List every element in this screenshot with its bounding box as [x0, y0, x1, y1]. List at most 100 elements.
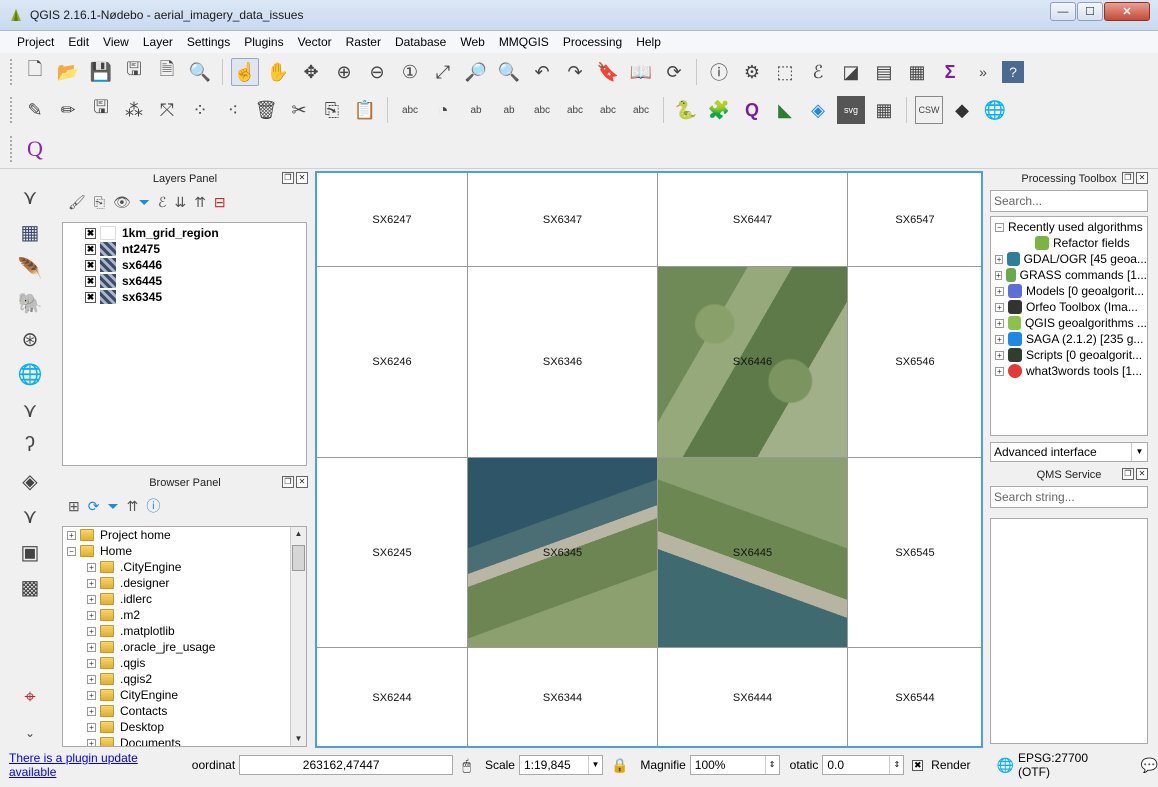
messages-icon[interactable]: 💬	[1141, 757, 1158, 774]
save-layer-edits-icon[interactable]: 🖫	[87, 96, 115, 124]
add-delimited-text-icon[interactable]: 🪶	[13, 253, 47, 284]
plugin-update-link[interactable]: There is a plugin update available	[9, 751, 184, 779]
highlight-pinned-labels-icon[interactable]: ab	[462, 96, 490, 124]
tree-item-recent[interactable]: − Recently used algorithms	[991, 219, 1147, 235]
expand-icon[interactable]: +	[87, 738, 96, 746]
pin-labels-icon[interactable]: ab	[495, 96, 523, 124]
node-edit-icon[interactable]: ⁖	[219, 96, 247, 124]
identify-features-icon[interactable]: ⓘ	[705, 58, 733, 86]
move-label-icon[interactable]: abc	[561, 96, 589, 124]
render-checkbox[interactable]: ✖	[912, 759, 924, 771]
scale-combo[interactable]: 1:19,845 ▼	[518, 755, 603, 775]
menu-mmqgis[interactable]: MMQGIS	[492, 35, 556, 49]
layer-visibility-checkbox[interactable]: ✖	[85, 227, 96, 239]
select-features-icon[interactable]: ⬚	[771, 58, 799, 86]
manage-visibility-icon[interactable]: 👁	[113, 194, 131, 211]
magnifier-spinbox[interactable]: 100% ⇕	[689, 755, 780, 775]
layer-visibility-checkbox[interactable]: ✖	[85, 259, 96, 271]
help-icon[interactable]: ?	[1002, 61, 1024, 83]
tree-item[interactable]: + .m2	[63, 607, 306, 623]
layer-diagram-icon[interactable]: ◔	[429, 96, 457, 124]
tree-item-project-home[interactable]: + Project home	[63, 527, 306, 543]
collapse-all-icon[interactable]: ⇈	[127, 498, 139, 515]
add-mssql-layer-icon[interactable]: ▩	[13, 573, 47, 604]
show-hide-labels-icon[interactable]: abc	[528, 96, 556, 124]
float-panel-button[interactable]: ❐	[282, 476, 294, 488]
expand-icon[interactable]: +	[87, 610, 96, 620]
tree-item-what3words[interactable]: + what3words tools [1...	[991, 363, 1147, 379]
tree-item[interactable]: + CityEngine	[63, 687, 306, 703]
save-as-icon[interactable]: 🖫	[120, 58, 148, 86]
select-by-expression-icon[interactable]: ℰ	[804, 58, 832, 86]
scrollbar-thumb[interactable]	[292, 545, 305, 571]
zoom-to-layer-icon[interactable]: 🔍	[495, 58, 523, 86]
rotation-spinbox[interactable]: 0.0 ⇕	[822, 755, 905, 775]
zoom-native-icon[interactable]: ①	[396, 58, 424, 86]
tree-item[interactable]: + Documents	[63, 735, 306, 746]
remove-layer-icon[interactable]: ⊟	[214, 194, 226, 211]
minimize-button[interactable]: —	[1050, 2, 1076, 21]
tree-item[interactable]: + .matplotlib	[63, 623, 306, 639]
processing-search-input[interactable]: Search...	[990, 190, 1148, 212]
close-panel-button[interactable]: ✕	[296, 172, 308, 184]
refresh-icon[interactable]: ⟳	[660, 58, 688, 86]
layer-row[interactable]: ✖ sx6345	[63, 289, 306, 305]
python-console-icon[interactable]: 🐍	[672, 96, 700, 124]
add-gpx-layer-icon[interactable]: ʔ	[13, 431, 47, 462]
expand-icon[interactable]: +	[995, 334, 1004, 344]
qms-search-input[interactable]: Search string...	[990, 486, 1148, 508]
layer-visibility-checkbox[interactable]: ✖	[85, 243, 96, 255]
menu-database[interactable]: Database	[388, 35, 453, 49]
menu-layer[interactable]: Layer	[136, 35, 180, 49]
move-feature-icon[interactable]: ⤧	[153, 96, 181, 124]
run-feature-action-icon[interactable]: ⚙	[738, 58, 766, 86]
chevron-down-icon[interactable]: ▼	[587, 756, 602, 774]
interface-mode-select[interactable]: Advanced interface ▼	[990, 442, 1148, 462]
expand-icon[interactable]: +	[995, 286, 1004, 296]
layer-row[interactable]: ✖ nt2475	[63, 241, 306, 257]
menu-plugins[interactable]: Plugins	[237, 35, 290, 49]
deselect-all-icon[interactable]: ◪	[837, 58, 865, 86]
toolbar-grip[interactable]	[10, 135, 14, 162]
browser-scrollbar[interactable]: ▲ ▼	[290, 527, 306, 746]
close-button[interactable]: ✕	[1104, 2, 1150, 21]
expand-icon[interactable]: +	[87, 642, 96, 652]
properties-icon[interactable]: ⓘ	[146, 496, 160, 516]
collapse-all-icon[interactable]: ⇈	[194, 194, 206, 211]
expand-icon[interactable]: +	[87, 706, 96, 716]
add-raster-layer-icon[interactable]: ▦	[13, 218, 47, 249]
show-bookmarks-icon[interactable]: 📖	[627, 58, 655, 86]
tree-item-qgis[interactable]: + QGIS geoalgorithms ...	[991, 315, 1147, 331]
svg-export-icon[interactable]: svg	[837, 96, 865, 124]
toolbar-grip[interactable]	[10, 59, 14, 85]
csw-icon[interactable]: CSW	[915, 96, 943, 124]
menu-help[interactable]: Help	[629, 35, 668, 49]
tree-item[interactable]: + Contacts	[63, 703, 306, 719]
zoom-out-icon[interactable]: ⊖	[363, 58, 391, 86]
zoom-to-selection-icon[interactable]: 🔎	[462, 58, 490, 86]
tree-item[interactable]: + .idlerc	[63, 591, 306, 607]
touch-zoom-icon[interactable]: ☝	[231, 58, 259, 86]
plugin-manager-icon[interactable]: 🧩	[705, 96, 733, 124]
zoom-next-icon[interactable]: ↷	[561, 58, 589, 86]
scroll-down-icon[interactable]: ▼	[292, 732, 305, 746]
expand-icon[interactable]: +	[87, 722, 96, 732]
expand-icon[interactable]: +	[87, 578, 96, 588]
add-postgis-layer-icon[interactable]: 🐘	[13, 289, 47, 320]
expand-icon[interactable]: +	[87, 626, 96, 636]
expand-icon[interactable]: +	[87, 562, 96, 572]
tree-item[interactable]: + .qgis	[63, 655, 306, 671]
tree-item[interactable]: + .designer	[63, 575, 306, 591]
qgis-quick-icon[interactable]: Q	[21, 135, 49, 163]
expand-icon[interactable]: +	[87, 594, 96, 604]
tree-item-grass[interactable]: + GRASS commands [1...	[991, 267, 1147, 283]
filter-browser-icon[interactable]: ⏷	[107, 498, 118, 515]
tree-item-gdal[interactable]: + GDAL/OGR [45 geoa...	[991, 251, 1147, 267]
filter-legend-icon[interactable]: ⏷	[139, 194, 150, 211]
statistical-summary-icon[interactable]: Σ	[936, 58, 964, 86]
layer-row[interactable]: ✖ 1km_grid_region	[63, 225, 306, 241]
add-selected-layers-icon[interactable]: ⊞	[68, 498, 80, 515]
tree-item-scripts[interactable]: + Scripts [0 geoalgorit...	[991, 347, 1147, 363]
composer-manager-icon[interactable]: 🔍	[186, 58, 214, 86]
zoom-in-icon[interactable]: ⊕	[330, 58, 358, 86]
